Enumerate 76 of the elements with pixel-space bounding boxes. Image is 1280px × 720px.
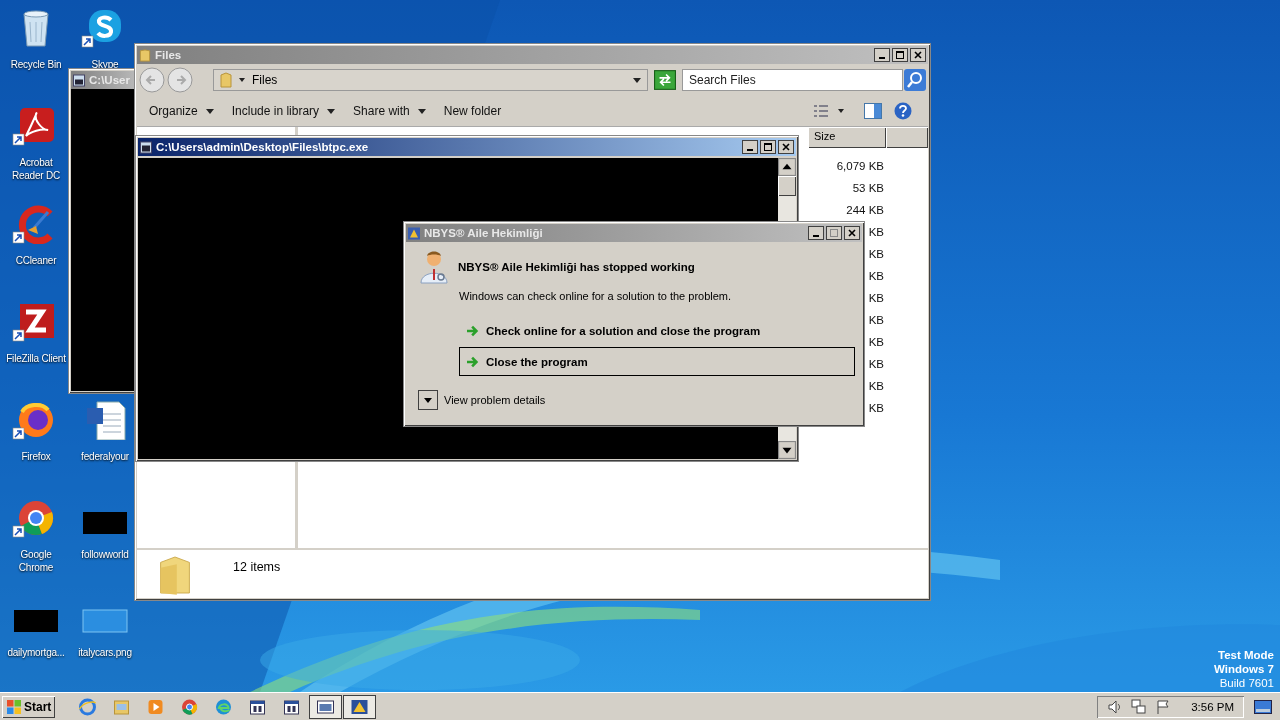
os-notice-text: Build 7601: [1219, 676, 1274, 690]
file-size: KB: [868, 226, 884, 238]
scroll-up-button[interactable]: [778, 158, 796, 176]
desktop-icon-label[interactable]: Recycle Bin: [10, 58, 62, 71]
toolbar-menu-button[interactable]: Share with: [349, 101, 414, 121]
desktop-icon-label[interactable]: CCleaner: [15, 254, 57, 267]
file-size: KB: [868, 248, 884, 260]
start-button[interactable]: Start: [2, 695, 56, 718]
command-link[interactable]: Close the program: [459, 347, 855, 376]
taskbar-app-dialog-button[interactable]: [343, 694, 377, 719]
file-size: 244 KB: [846, 204, 884, 216]
doctor-icon: [418, 250, 450, 284]
console-icon: [140, 140, 152, 154]
taskbar-console-button[interactable]: [309, 694, 343, 719]
command-link[interactable]: Check online for a solution and close the program: [459, 316, 855, 345]
folder-icon: [139, 48, 151, 62]
desktop-icon-label[interactable]: followworld: [81, 548, 129, 561]
console-icon: [73, 73, 85, 87]
desktop-icon-label[interactable]: Google Chrome: [4, 548, 68, 574]
desktop-icon-label[interactable]: FileZilla Client: [6, 352, 66, 365]
file-size: KB: [868, 314, 884, 326]
refresh-button[interactable]: [654, 70, 676, 90]
caret-icon[interactable]: [327, 107, 336, 115]
toolbar-menu-button[interactable]: New folder: [439, 101, 506, 121]
file-size: KB: [868, 358, 884, 370]
window-title: C:\User: [89, 74, 130, 86]
toolbar-menu-button[interactable]: Include in library: [227, 101, 324, 121]
file-size: 53 KB: [852, 182, 884, 194]
window-title: C:\Users\admin\Desktop\Files\btpc.exe: [156, 141, 369, 153]
breadcrumb[interactable]: Files: [252, 73, 278, 87]
toolbar-menu-button[interactable]: Organize: [145, 101, 202, 121]
desktop-icon-label[interactable]: federalyour: [81, 450, 129, 463]
window-title: NBYS® Aile Hekimliği: [424, 227, 543, 239]
desktop-icon-label[interactable]: dailymortga...: [7, 646, 65, 659]
file-size: KB: [868, 402, 884, 414]
search-button[interactable]: [904, 69, 926, 91]
desktop-icon-label[interactable]: Acrobat Reader DC: [4, 156, 68, 182]
flag-icon[interactable]: [1155, 698, 1172, 715]
os-notice-text: Test Mode: [1218, 648, 1274, 662]
column-header: [886, 127, 928, 148]
desktop-icon-label[interactable]: Firefox: [21, 450, 51, 463]
dropdown-caret-icon[interactable]: [633, 76, 641, 84]
clock[interactable]: 3:56 PM: [1191, 700, 1234, 713]
file-size: 6,079 KB: [836, 160, 884, 172]
file-size: KB: [868, 292, 884, 304]
details-label[interactable]: View problem details: [444, 394, 546, 406]
close-button[interactable]: [778, 140, 794, 154]
show-desktop-icon[interactable]: [1254, 699, 1272, 714]
file-size: KB: [868, 336, 884, 348]
error-message: Windows can check online for a solution to the problem.: [459, 290, 733, 302]
file-size: KB: [868, 380, 884, 392]
item-count: 12 items: [233, 560, 281, 574]
expand-button[interactable]: [418, 390, 438, 410]
file-size: KB: [868, 270, 884, 282]
preview-pane-icon[interactable]: [864, 102, 882, 120]
column-header[interactable]: Size: [808, 127, 886, 148]
minimize-button[interactable]: [742, 140, 758, 154]
maximize-button[interactable]: [760, 140, 776, 154]
os-notice-text: Windows 7: [1214, 662, 1274, 676]
app-icon: [408, 226, 420, 240]
window-title: Files: [155, 49, 182, 61]
caret-icon[interactable]: [238, 76, 246, 84]
search-field[interactable]: Search Files: [682, 69, 903, 91]
network-icon[interactable]: [1131, 698, 1148, 715]
scrollbar-thumb[interactable]: [778, 176, 796, 196]
desktop-icon-label[interactable]: italycars.png: [78, 646, 132, 659]
arrow-icon: [466, 324, 480, 337]
folder-icon: [157, 554, 193, 596]
scroll-down-button[interactable]: [778, 441, 796, 459]
start-logo-icon: [6, 698, 22, 715]
help-icon[interactable]: [894, 102, 912, 120]
caret-icon[interactable]: [205, 107, 214, 115]
caret-icon[interactable]: [417, 107, 426, 115]
arrow-icon: [466, 355, 480, 368]
folder-icon: [220, 72, 232, 88]
error-heading: NBYS® Aile Hekimliği has stopped working: [458, 261, 695, 273]
